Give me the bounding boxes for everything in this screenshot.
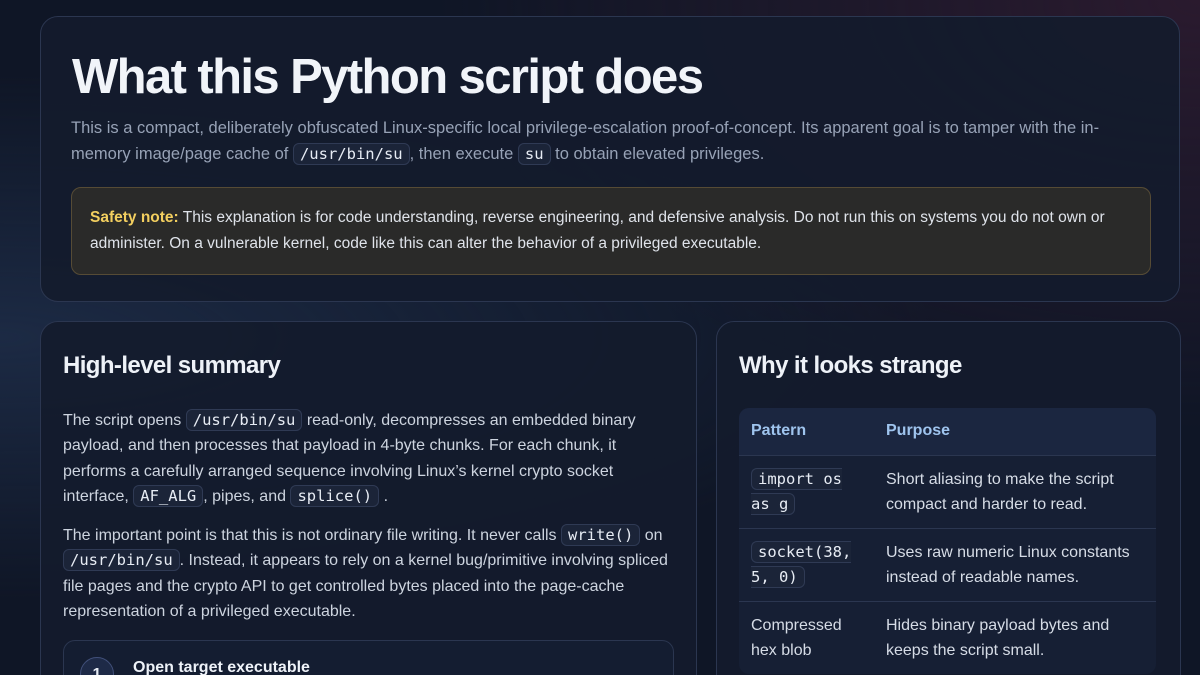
safety-note-text: This explanation is for code understandi…	[90, 209, 1105, 252]
purpose-cell: Uses raw numeric Linux constants instead…	[874, 527, 1156, 601]
inline-code: /usr/bin/su	[63, 549, 180, 572]
pattern-cell: socket(38, 5, 0)	[739, 527, 874, 601]
step-number-badge: 1	[80, 657, 114, 675]
why-card: Why it looks strange Pattern Purpose imp…	[716, 321, 1181, 675]
table-row: socket(38, 5, 0) Uses raw numeric Linux …	[739, 527, 1156, 601]
inline-code: write()	[561, 524, 641, 547]
pattern-cell: import os as g	[739, 454, 874, 528]
pattern-code: socket(38, 5, 0)	[751, 540, 852, 588]
inline-code: /usr/bin/su	[292, 143, 410, 165]
purpose-cell: Hides binary payload bytes and keeps the…	[874, 600, 1156, 674]
table-header-row: Pattern Purpose	[739, 408, 1156, 455]
summary-heading: High-level summary	[63, 352, 281, 379]
pattern-cell: Compressed hex blob	[739, 600, 874, 674]
step-item: 1 Open target executable	[63, 640, 674, 675]
intro-paragraph: This is a compact, deliberately obfuscat…	[71, 119, 1100, 165]
step-title: Open target executable	[133, 659, 310, 675]
summary-card: High-level summary The script opens /usr…	[40, 321, 697, 675]
intro-card: What this Python script does This is a c…	[40, 16, 1180, 302]
column-header-purpose: Purpose	[874, 408, 1156, 455]
inline-code: AF_ALG	[133, 484, 204, 507]
safety-note: Safety note: This explanation is for cod…	[71, 187, 1151, 275]
table-row: import os as g Short aliasing to make th…	[739, 454, 1156, 528]
inline-code: splice()	[290, 484, 380, 507]
safety-note-label: Safety note:	[90, 209, 179, 226]
summary-paragraph-2: The important point is that this is not …	[63, 524, 668, 621]
column-header-pattern: Pattern	[739, 408, 874, 455]
inline-code: su	[517, 143, 551, 165]
purpose-cell: Short aliasing to make the script compac…	[874, 454, 1156, 528]
summary-paragraph-1: The script opens /usr/bin/su read-only, …	[63, 409, 636, 507]
page-title: What this Python script does	[72, 50, 704, 104]
pattern-table: Pattern Purpose import os as g Short ali…	[739, 408, 1156, 674]
pattern-code: import os as g	[751, 467, 842, 515]
inline-code: /usr/bin/su	[185, 409, 303, 431]
table-row: Compressed hex blob Hides binary payload…	[739, 600, 1156, 674]
why-heading: Why it looks strange	[739, 352, 962, 379]
